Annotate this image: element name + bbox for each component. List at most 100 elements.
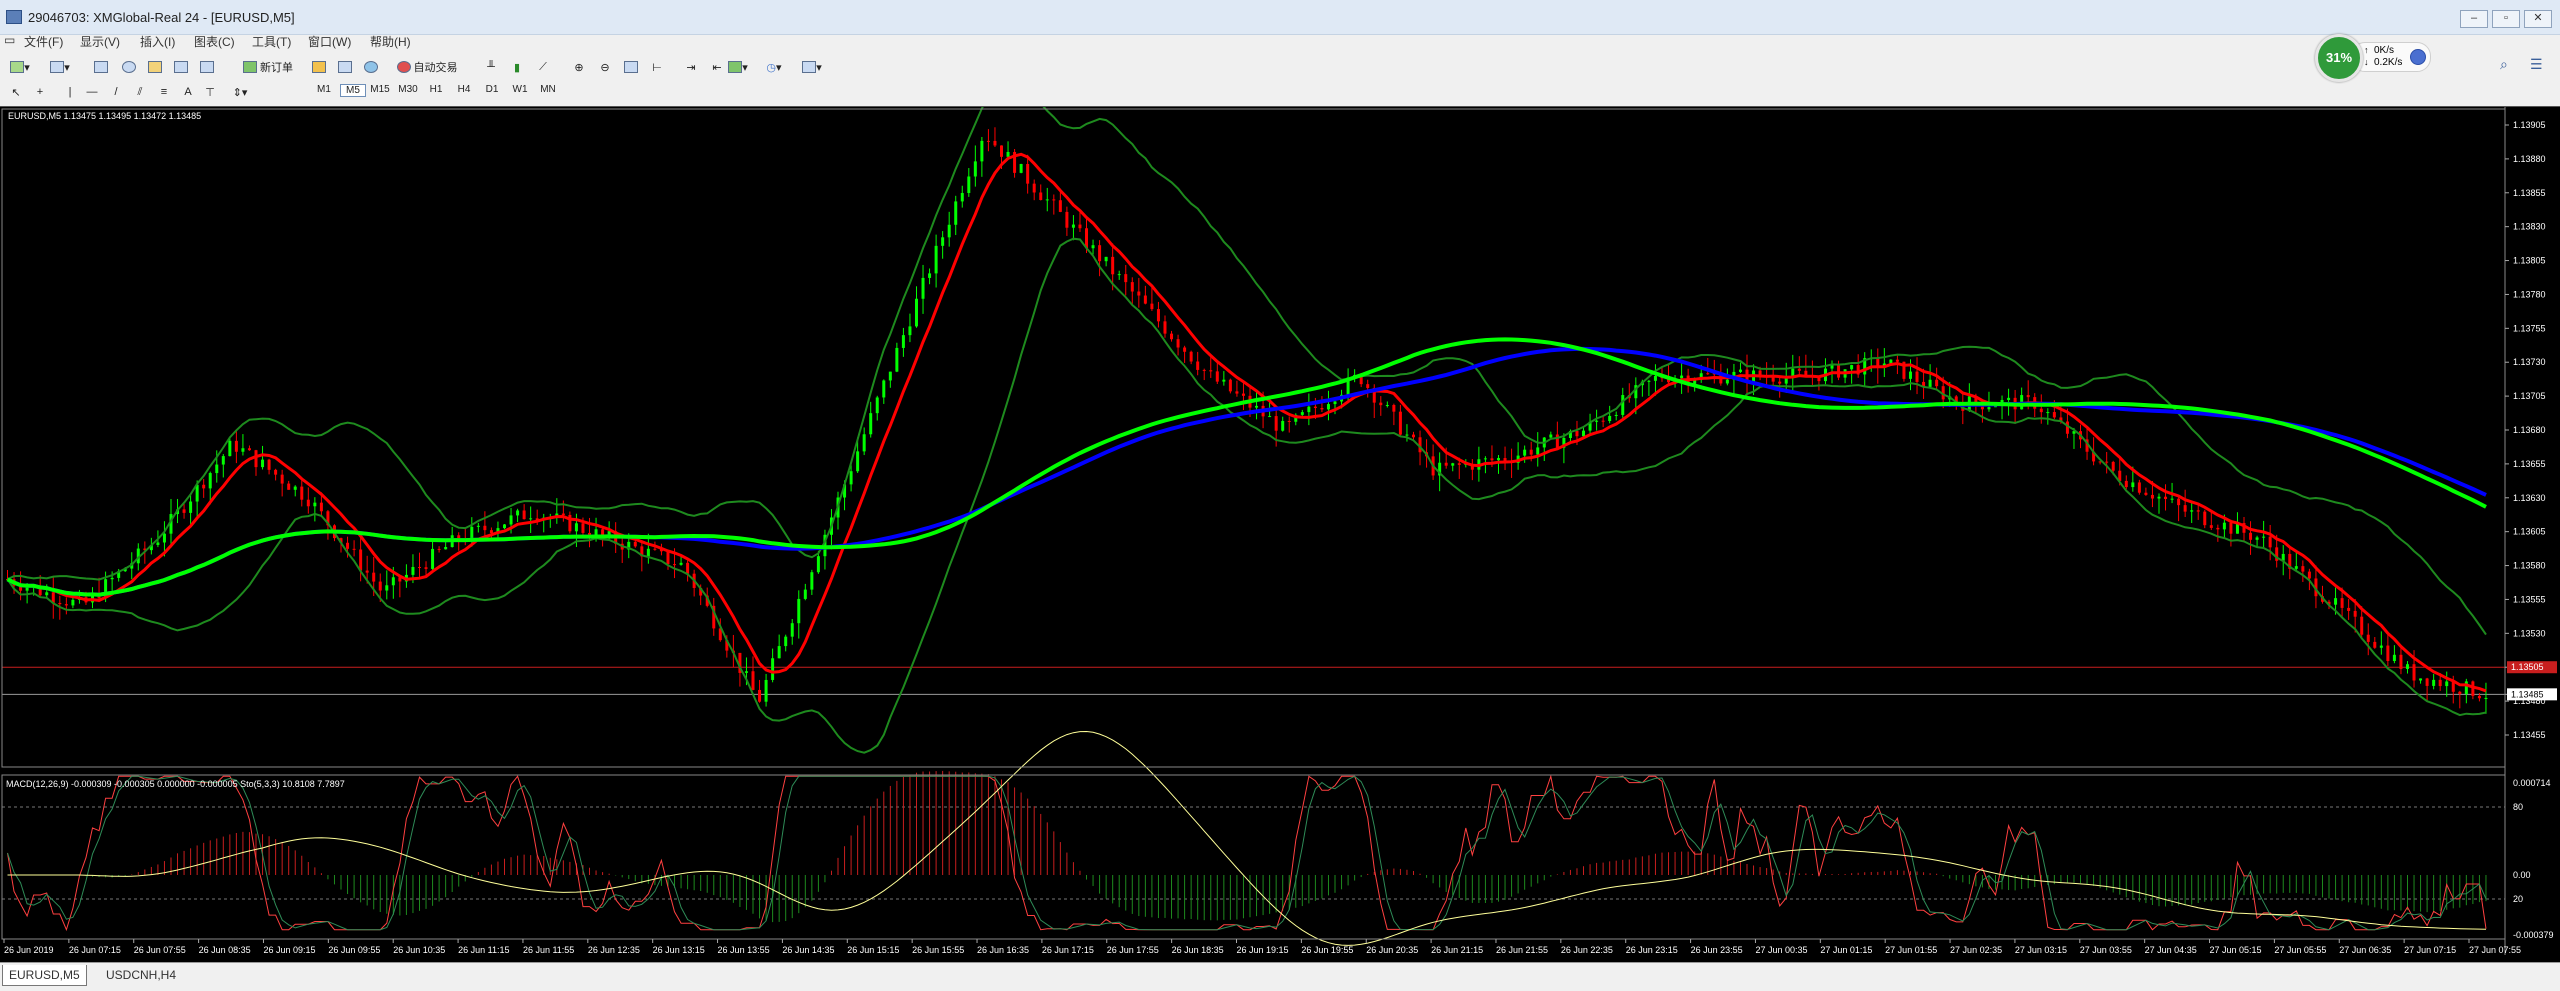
- zoom-in-button[interactable]: ⊕: [568, 56, 590, 78]
- menu-tools[interactable]: 工具(T): [252, 33, 291, 50]
- new-order-button[interactable]: 新订单: [236, 56, 300, 78]
- arrows-button[interactable]: ⇕ ▾: [224, 81, 256, 103]
- data-window-button[interactable]: [118, 56, 140, 78]
- templates-button[interactable]: ▾: [796, 56, 828, 78]
- profiles-button[interactable]: ▾: [44, 56, 76, 78]
- timeframe-h1[interactable]: H1: [424, 84, 448, 95]
- search-icon[interactable]: ⌕: [2500, 56, 2508, 73]
- price-chart[interactable]: 1.13905 1.13880 1.13855 1.13830 1.13805 1.137…: [0, 77, 2560, 963]
- text-button[interactable]: A: [178, 81, 198, 103]
- new-order-icon: [243, 61, 257, 73]
- autoscroll-button[interactable]: ⇥: [680, 56, 702, 78]
- candle-body: [1039, 192, 1043, 200]
- timeframe-m5[interactable]: M5: [340, 84, 366, 97]
- candle-body: [2209, 525, 2213, 528]
- candle-body: [234, 440, 238, 452]
- candle-body: [2177, 498, 2181, 506]
- candle-body: [391, 577, 395, 586]
- candle-body: [2301, 566, 2305, 572]
- candle-body: [993, 140, 997, 146]
- candle-body: [1837, 364, 1841, 378]
- candle-body: [1575, 430, 1579, 437]
- menu-insert[interactable]: 插入(I): [140, 33, 175, 50]
- cursor-button[interactable]: ↖: [6, 81, 26, 103]
- label-button[interactable]: ⊤: [200, 81, 220, 103]
- candle-body: [2340, 598, 2344, 608]
- indicators-button[interactable]: ▾: [722, 56, 754, 78]
- chart-shift-button[interactable]: ⊢: [646, 56, 668, 78]
- line-chart-button[interactable]: ⟋: [532, 56, 554, 78]
- candle-body: [1405, 434, 1409, 436]
- menu-window[interactable]: 窗口(W): [308, 33, 351, 50]
- tab-usdcnh-h4[interactable]: USDCNH,H4: [100, 965, 182, 985]
- community-icon[interactable]: ☰: [2530, 56, 2543, 73]
- candle-body: [215, 464, 219, 474]
- market-watch-button[interactable]: [90, 56, 112, 78]
- candle-body: [1300, 412, 1304, 415]
- candlestick-button[interactable]: ▮: [506, 56, 528, 78]
- crosshair-button[interactable]: +: [30, 81, 50, 103]
- candle-body: [2432, 679, 2436, 686]
- subwindow-level-label: 0.000714: [2513, 778, 2551, 788]
- signals-button[interactable]: [360, 56, 382, 78]
- profiles-icon: [50, 61, 65, 73]
- horizontal-line-icon: —: [86, 86, 98, 98]
- timeframe-m1[interactable]: M1: [312, 84, 336, 95]
- candle-body: [758, 689, 762, 702]
- restore-button[interactable]: ▫: [2492, 10, 2520, 28]
- vertical-line-button[interactable]: |: [60, 81, 80, 103]
- close-button[interactable]: ✕: [2524, 10, 2552, 28]
- candle-body: [1287, 420, 1291, 422]
- alerts-button[interactable]: [334, 56, 356, 78]
- timeframe-m15[interactable]: M15: [368, 84, 392, 95]
- candle-body: [1791, 368, 1795, 377]
- crosshair-icon: +: [36, 86, 44, 98]
- channel-button[interactable]: ⫽: [130, 81, 150, 103]
- candle-body: [986, 140, 990, 142]
- sub-frame: [1, 774, 2506, 940]
- new-chart-button[interactable]: ▾: [4, 56, 36, 78]
- tab-eurusd-m5[interactable]: EURUSD,M5: [2, 965, 87, 986]
- time-label: 27 Jun 03:55: [2080, 945, 2132, 955]
- candle-body: [973, 161, 977, 177]
- timeframe-mn[interactable]: MN: [536, 84, 560, 95]
- chart-window[interactable]: 1.13905 1.13880 1.13855 1.13830 1.13805 1.137…: [0, 77, 2560, 963]
- time-label: 26 Jun 23:15: [1626, 945, 1678, 955]
- tile-windows-button[interactable]: [620, 56, 642, 78]
- autotrade-button[interactable]: 自动交易: [386, 56, 468, 78]
- zoom-out-button[interactable]: ⊖: [594, 56, 616, 78]
- metaeditor-button[interactable]: [308, 56, 330, 78]
- time-label: 27 Jun 04:35: [2145, 945, 2197, 955]
- terminal-button[interactable]: [170, 56, 192, 78]
- timeframe-m30[interactable]: M30: [396, 84, 420, 95]
- bar-chart-button[interactable]: ╨: [480, 56, 502, 78]
- candle-body: [2157, 496, 2161, 499]
- timeframe-d1[interactable]: D1: [480, 84, 504, 95]
- menu-doc-icon[interactable]: ▭: [4, 33, 15, 47]
- price-level-label: 1.13505: [2511, 662, 2544, 672]
- timeframe-h4[interactable]: H4: [452, 84, 476, 95]
- horizontal-line-button[interactable]: —: [82, 81, 102, 103]
- menu-help[interactable]: 帮助(H): [370, 33, 411, 50]
- zoom-out-icon: ⊖: [600, 61, 610, 74]
- candle-body: [653, 548, 657, 550]
- trendline-button[interactable]: /: [106, 81, 126, 103]
- price-label: 1.13880: [2513, 154, 2546, 164]
- menu-view[interactable]: 显示(V): [80, 33, 120, 50]
- fibonacci-button[interactable]: ≡: [154, 81, 174, 103]
- tester-icon: [200, 61, 214, 73]
- strategy-tester-button[interactable]: [196, 56, 218, 78]
- text-icon: A: [184, 86, 192, 98]
- candle-body: [2392, 654, 2396, 662]
- fibonacci-icon: ≡: [160, 86, 168, 98]
- menu-file[interactable]: 文件(F): [24, 33, 63, 50]
- menu-charts[interactable]: 图表(C): [194, 33, 235, 50]
- subwindow-level-label: 80: [2513, 802, 2523, 812]
- minimize-button[interactable]: –: [2460, 10, 2488, 28]
- periods-button[interactable]: ◷ ▾: [758, 56, 790, 78]
- timeframe-w1[interactable]: W1: [508, 84, 532, 95]
- candle-body: [45, 592, 49, 596]
- navigator-button[interactable]: [144, 56, 166, 78]
- candle-body: [1320, 408, 1324, 410]
- candle-body: [980, 140, 984, 162]
